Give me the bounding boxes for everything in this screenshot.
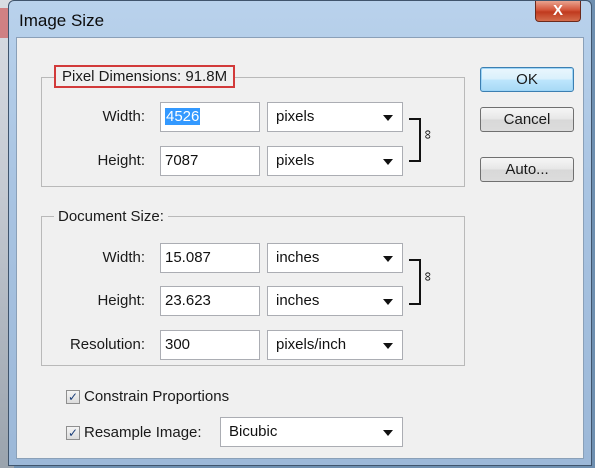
- pixel-width-input[interactable]: 4526: [160, 102, 260, 132]
- chevron-down-icon: [383, 299, 393, 305]
- check-icon: ✓: [67, 390, 79, 404]
- close-icon: X: [552, 2, 563, 19]
- title-bar[interactable]: Image Size X: [9, 1, 591, 37]
- dialog-client-area: Pixel Dimensions: 91.8M Width: 4526 pixe…: [16, 37, 584, 459]
- doc-width-value: 15.087: [165, 249, 211, 266]
- doc-width-unit: inches: [276, 249, 320, 266]
- pixel-width-unit: pixels: [276, 108, 315, 125]
- check-icon: ✓: [67, 426, 79, 440]
- pixel-width-value: 4526: [165, 108, 201, 125]
- pixel-link-bracket: [409, 118, 421, 162]
- resolution-input[interactable]: 300: [160, 330, 260, 360]
- constrain-proportions-label[interactable]: Constrain Proportions: [84, 388, 229, 405]
- doc-height-value: 23.623: [165, 292, 211, 309]
- pixel-height-label: Height:: [97, 152, 145, 169]
- chain-link-icon[interactable]: ∞: [421, 130, 436, 139]
- doc-width-unit-select[interactable]: inches: [267, 243, 403, 273]
- document-link-bracket: [409, 259, 421, 305]
- document-size-legend: Document Size:: [54, 208, 168, 225]
- chain-link-icon[interactable]: ∞: [421, 272, 436, 281]
- auto-button[interactable]: Auto...: [480, 157, 574, 182]
- image-size-dialog: Image Size X Pixel Dimensions: 91.8M Wid…: [8, 0, 592, 466]
- chevron-down-icon: [383, 115, 393, 121]
- doc-width-label: Width:: [102, 249, 145, 266]
- doc-height-label: Height:: [97, 292, 145, 309]
- cancel-button[interactable]: Cancel: [480, 107, 574, 132]
- pixel-height-value: 7087: [165, 152, 199, 169]
- chevron-down-icon: [383, 159, 393, 165]
- pixel-height-unit: pixels: [276, 152, 315, 169]
- doc-height-input[interactable]: 23.623: [160, 286, 260, 316]
- pixel-width-unit-select[interactable]: pixels: [267, 102, 403, 132]
- resolution-value: 300: [165, 336, 191, 353]
- chevron-down-icon: [383, 256, 393, 262]
- resample-method-value: Bicubic: [229, 423, 278, 440]
- resolution-label: Resolution:: [69, 336, 145, 353]
- pixel-width-label: Width:: [102, 108, 145, 125]
- resolution-unit-select[interactable]: pixels/inch: [267, 330, 403, 360]
- pixel-height-input[interactable]: 7087: [160, 146, 260, 176]
- close-button[interactable]: X: [535, 1, 581, 22]
- resample-image-checkbox[interactable]: ✓: [66, 426, 80, 440]
- chevron-down-icon: [383, 343, 393, 349]
- ok-button[interactable]: OK: [480, 67, 574, 92]
- resample-image-label[interactable]: Resample Image:: [84, 424, 202, 441]
- doc-height-unit: inches: [276, 292, 320, 309]
- pixel-dimensions-legend: Pixel Dimensions: 91.8M: [54, 65, 236, 88]
- constrain-proportions-checkbox[interactable]: ✓: [66, 390, 80, 404]
- chevron-down-icon: [383, 430, 393, 436]
- dialog-title: Image Size: [19, 11, 105, 30]
- pixel-height-unit-select[interactable]: pixels: [267, 146, 403, 176]
- doc-height-unit-select[interactable]: inches: [267, 286, 403, 316]
- resolution-unit: pixels/inch: [276, 336, 347, 353]
- doc-width-input[interactable]: 15.087: [160, 243, 260, 273]
- resample-method-select[interactable]: Bicubic: [220, 417, 403, 447]
